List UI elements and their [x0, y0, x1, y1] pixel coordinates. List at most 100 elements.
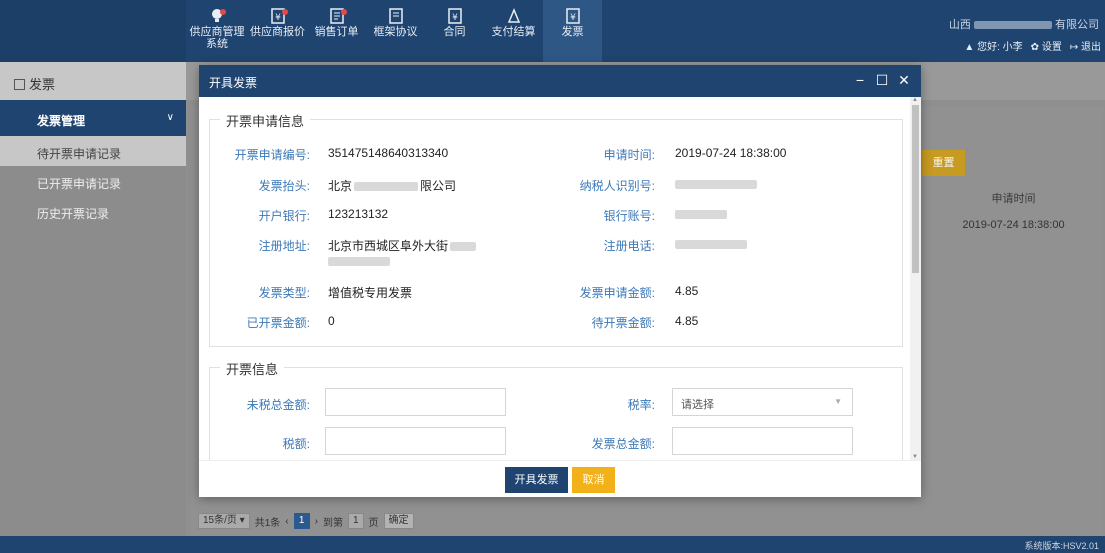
account-label: 银行账号:: [603, 209, 655, 223]
minimize-icon[interactable]: −: [853, 72, 867, 89]
apply-amount-label: 发票申请金额:: [579, 286, 655, 300]
total-amount-label: 发票总金额:: [591, 437, 655, 451]
svg-text:¥: ¥: [275, 13, 281, 23]
dialog-scrollbar[interactable]: ▲ ▼: [910, 97, 921, 460]
header-suffix: 限公司: [420, 179, 457, 193]
company-suffix: 有限公司: [1055, 19, 1099, 31]
nav-contract[interactable]: ¥ 合同: [425, 0, 484, 62]
redacted-text: [675, 210, 727, 220]
nav-label: 销售订单: [314, 26, 359, 38]
notification-dot: [282, 9, 288, 15]
nav-label: 供应商报价: [250, 26, 305, 38]
apply-no-label: 开票申请编号:: [234, 148, 310, 162]
nav-supplier-quote[interactable]: ¥ 供应商报价: [248, 0, 307, 62]
maximize-icon[interactable]: ☐: [875, 72, 889, 89]
svg-text:¥: ¥: [570, 13, 576, 23]
footer: 系统版本:HSV2.01: [0, 536, 1105, 553]
pretax-amount-input[interactable]: [325, 388, 506, 416]
account-value: [675, 207, 727, 221]
sidebar-item-label: 历史开票记录: [37, 207, 110, 221]
reset-button[interactable]: 重置: [922, 150, 965, 176]
table-cell-apply-time: 2019-07-24 18:38:00: [962, 219, 1065, 231]
logout-icon: ↦: [1069, 42, 1079, 53]
issue-invoice-button[interactable]: 开具发票: [505, 467, 568, 493]
goto-page-input[interactable]: 1: [347, 513, 364, 529]
bank-value: 123213132: [328, 207, 389, 221]
redacted-text: [354, 182, 419, 192]
page-unit: 页: [368, 517, 379, 529]
sidebar-group-invoice-management[interactable]: 发票管理 ∨: [0, 100, 186, 136]
nav-label: 发票: [561, 26, 584, 38]
phone-value: [675, 237, 747, 251]
address-label: 注册地址:: [258, 239, 310, 253]
taxid-label: 纳税人识别号:: [579, 179, 655, 193]
logout-button[interactable]: ↦ 退出: [1070, 38, 1101, 53]
nav-framework-agreement[interactable]: 框架协议: [366, 0, 425, 62]
nav-sales-order[interactable]: 销售订单: [307, 0, 366, 62]
user-actions: ▲ 您好: 小李 ✿ 设置 ↦ 退出: [964, 38, 1101, 53]
nav-invoice[interactable]: ¥ 发票: [543, 0, 602, 62]
header-prefix: 北京: [328, 179, 353, 193]
invoice-icon: [14, 79, 25, 90]
scroll-up-icon[interactable]: ▲: [912, 97, 918, 103]
address-text: 北京市西城区阜外大街: [328, 239, 449, 253]
greeting-text: 您好: 小李: [977, 42, 1023, 53]
cancel-button[interactable]: 取消: [572, 467, 615, 493]
sidebar-item-history[interactable]: 历史开票记录: [0, 196, 186, 226]
company-name: 山西 有限公司: [949, 16, 1099, 32]
nav-label: 支付结算: [491, 26, 536, 38]
invoice-header-value: 北京 限公司: [328, 177, 456, 194]
sidebar-item-pending[interactable]: 待开票申请记录: [0, 136, 186, 166]
dialog-footer: 开具发票 取消: [199, 460, 921, 497]
redacted-text: [675, 240, 747, 250]
taxid-value: [675, 177, 757, 191]
address-line2: [328, 254, 390, 268]
phone-label: 注册电话:: [603, 239, 655, 253]
redacted-text: [973, 21, 1052, 30]
tax-rate-select[interactable]: 请选择 ▼: [672, 388, 853, 416]
total-amount-input[interactable]: [672, 427, 853, 455]
logo-area: [0, 0, 186, 62]
redacted-text: [675, 180, 757, 190]
dialog-body[interactable]: 开票申请信息 开票申请编号: 351475148640313340 申请时间: …: [199, 97, 921, 460]
close-icon[interactable]: ✕: [897, 72, 911, 89]
goto-confirm-button[interactable]: 确定: [383, 513, 414, 529]
next-page-icon[interactable]: ›: [315, 516, 318, 527]
contract-icon: ¥: [447, 8, 462, 24]
nav-supplier-system[interactable]: 供应商管理系统: [186, 0, 248, 62]
scrollbar-thumb[interactable]: [912, 105, 919, 273]
dialog-titlebar: 开具发票 − ☐ ✕: [199, 65, 921, 97]
dialog-title: 开具发票: [209, 76, 258, 90]
sidebar-item-label: 待开票申请记录: [37, 147, 122, 161]
total-count: 共1条: [254, 517, 281, 529]
tax-rate-label: 税率:: [627, 398, 655, 412]
payment-icon: [507, 8, 520, 23]
invoice-type-label: 发票类型:: [258, 286, 310, 300]
tax-amount-input[interactable]: [325, 427, 506, 455]
sidebar-item-issued[interactable]: 已开票申请记录: [0, 166, 186, 196]
page-size-value: 15条/页: [203, 515, 237, 526]
tax-rate-placeholder: 请选择: [681, 399, 714, 411]
dialog-controls: − ☐ ✕: [853, 72, 911, 89]
issued-amount-label: 已开票金额:: [246, 316, 310, 330]
gear-icon: ✿: [1030, 42, 1040, 53]
redacted-text: [450, 242, 477, 252]
current-page[interactable]: 1: [293, 513, 310, 529]
top-navbar: 供应商管理系统 ¥ 供应商报价 销售订单 框架协议 ¥ 合同 支付结算 ¥ 发票: [0, 0, 1105, 62]
prev-page-icon[interactable]: ‹: [285, 516, 288, 527]
nav-label: 合同: [443, 26, 466, 38]
user-greeting[interactable]: ▲ 您好: 小李: [964, 38, 1022, 53]
sidebar-item-label: 已开票申请记录: [37, 177, 122, 191]
page-size-select[interactable]: 15条/页 ▾: [198, 513, 250, 529]
user-area: 山西 有限公司 ▲ 您好: 小李 ✿ 设置 ↦ 退出: [940, 0, 1105, 62]
nav-payment[interactable]: 支付结算: [484, 0, 543, 62]
apply-time-value: 2019-07-24 18:38:00: [675, 146, 787, 160]
settings-button[interactable]: ✿ 设置: [1031, 38, 1062, 53]
apply-info-section: 开票申请信息 开票申请编号: 351475148640313340 申请时间: …: [209, 111, 903, 347]
redacted-text: [328, 257, 390, 267]
chevron-down-icon: ▼: [834, 397, 842, 406]
main-nav: 供应商管理系统 ¥ 供应商报价 销售订单 框架协议 ¥ 合同 支付结算 ¥ 发票: [186, 0, 602, 62]
sidebar-group-label: 发票管理: [37, 114, 86, 128]
tax-amount-label: 税额:: [282, 437, 310, 451]
address-value: 北京市西城区阜外大街: [328, 237, 477, 254]
